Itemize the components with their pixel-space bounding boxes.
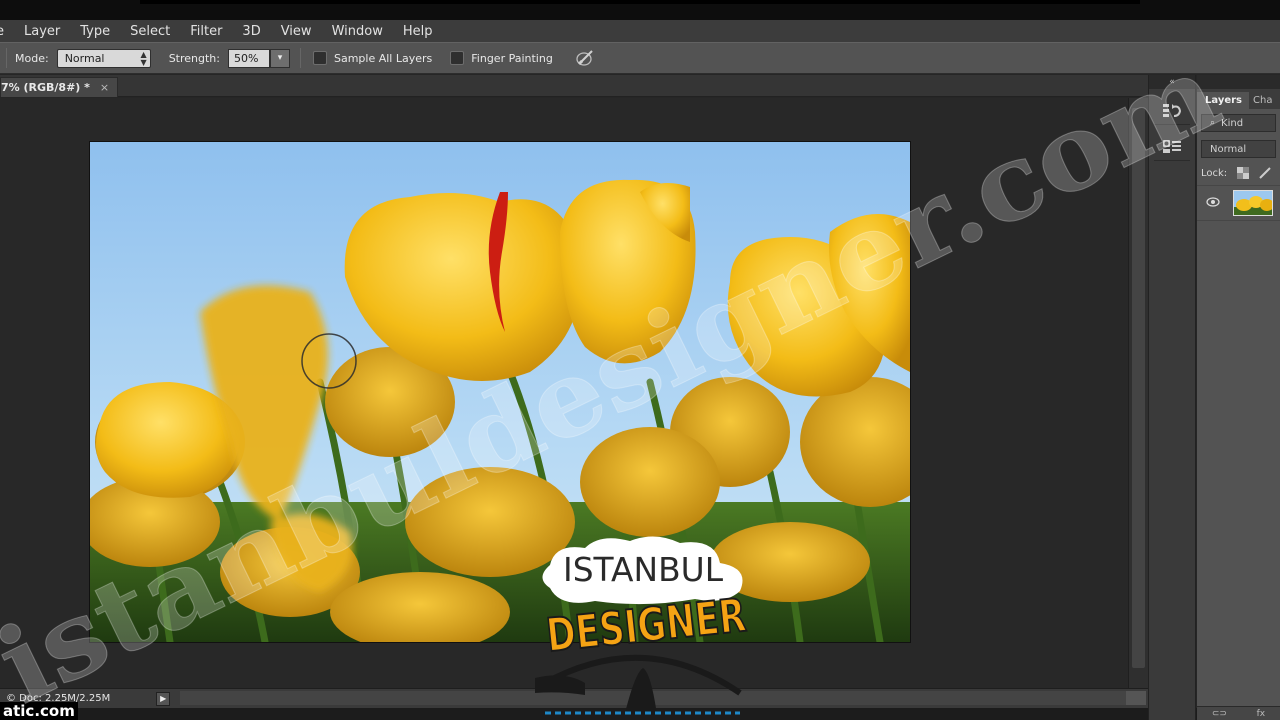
- vertical-scrollbar[interactable]: [1128, 98, 1148, 688]
- strength-label: Strength:: [168, 51, 220, 65]
- mode-label: Mode:: [15, 51, 49, 65]
- link-layers-icon[interactable]: ⊂⊃: [1212, 709, 1227, 719]
- document-tab-bar: 7% (RGB/8#) * ×: [0, 75, 1148, 97]
- strength-input[interactable]: 50%: [227, 48, 270, 68]
- layer-filter-label: Kind: [1221, 117, 1244, 129]
- document-tab-title: 7% (RGB/8#) *: [1, 81, 90, 94]
- eye-icon[interactable]: [1203, 196, 1223, 210]
- window-top-strip: [0, 0, 1280, 20]
- logo-line-1: ISTANBUL: [563, 550, 724, 589]
- layers-panel-footer: ⊂⊃ fx: [1197, 706, 1280, 720]
- finger-painting-option[interactable]: Finger Painting: [450, 51, 553, 65]
- corner-watermark: atic.com: [0, 702, 78, 720]
- double-chevron-icon: «: [1169, 77, 1175, 87]
- menu-bar: e Layer Type Select Filter 3D View Windo…: [0, 20, 1280, 42]
- finger-painting-label: Finger Painting: [471, 51, 553, 65]
- menu-help[interactable]: Help: [393, 24, 443, 39]
- tab-layers[interactable]: Layers: [1197, 92, 1249, 109]
- layer-thumbnail: [1233, 190, 1273, 216]
- play-icon: ▶: [160, 694, 167, 703]
- properties-panel-button[interactable]: [1154, 131, 1190, 161]
- layer-filter-row: ⌕ Kind: [1197, 114, 1280, 132]
- history-panel-button[interactable]: [1154, 95, 1190, 125]
- menu-edit[interactable]: e: [0, 24, 14, 39]
- layer-row-background[interactable]: [1197, 185, 1280, 221]
- lock-transparency-icon[interactable]: [1237, 167, 1250, 179]
- lock-label: Lock:: [1201, 167, 1228, 179]
- collapsed-panel-strip: «: [1148, 75, 1196, 720]
- strength-dropdown-button[interactable]: ▾: [269, 48, 290, 68]
- status-menu-button[interactable]: ▶: [156, 691, 171, 706]
- document-canvas[interactable]: [90, 142, 910, 642]
- panel-header: [1197, 75, 1280, 89]
- menu-view[interactable]: View: [271, 24, 322, 39]
- collapse-panels-button[interactable]: «: [1149, 75, 1195, 89]
- close-icon[interactable]: ×: [100, 81, 109, 94]
- tab-channels[interactable]: Cha: [1249, 92, 1276, 109]
- lock-pixels-icon[interactable]: [1259, 167, 1271, 179]
- blend-mode-value: Normal: [1210, 143, 1247, 155]
- properties-icon: [1163, 139, 1181, 153]
- document-tab[interactable]: 7% (RGB/8#) * ×: [0, 77, 119, 97]
- tulip-photo: [90, 142, 910, 642]
- panel-tabs: Layers Cha: [1197, 89, 1280, 109]
- chevron-down-icon: ▾: [277, 53, 283, 63]
- menu-type[interactable]: Type: [70, 24, 120, 39]
- lock-row: Lock:: [1197, 167, 1280, 179]
- options-divider: [299, 48, 301, 68]
- layers-panel: Layers Cha ⌕ Kind Normal Lock: ⊂⊃ fx: [1197, 75, 1280, 720]
- mode-value: Normal: [64, 51, 105, 65]
- layer-filter-select[interactable]: ⌕ Kind: [1201, 114, 1276, 132]
- smudge-brush-icon[interactable]: [575, 49, 595, 67]
- vertical-scroll-thumb[interactable]: [1132, 108, 1145, 668]
- finger-painting-checkbox[interactable]: [450, 51, 465, 65]
- updown-arrows-icon: ▲ ▼: [140, 49, 147, 67]
- strength-value: 50%: [233, 51, 259, 65]
- sample-all-layers-option[interactable]: Sample All Layers: [312, 51, 433, 65]
- menu-filter[interactable]: Filter: [180, 24, 232, 39]
- history-icon: [1163, 103, 1182, 117]
- blend-mode-row: Normal: [1197, 140, 1280, 158]
- tool-options-bar: Mode: Normal ▲ ▼ Strength: 50% ▾ Sample A…: [0, 42, 1280, 74]
- sample-all-layers-checkbox[interactable]: [312, 51, 327, 65]
- menu-3d[interactable]: 3D: [232, 24, 270, 39]
- istanbul-designer-logo: ISTANBUL DESIGNER: [535, 536, 749, 715]
- menu-window[interactable]: Window: [322, 24, 393, 39]
- mode-select[interactable]: Normal ▲ ▼: [56, 48, 151, 68]
- sample-all-layers-label: Sample All Layers: [333, 51, 433, 65]
- options-divider: [6, 48, 7, 68]
- search-icon: ⌕: [1210, 118, 1216, 128]
- horizontal-scroll-thumb[interactable]: [1126, 691, 1146, 705]
- fx-icon[interactable]: fx: [1257, 709, 1266, 719]
- menu-select[interactable]: Select: [120, 24, 180, 39]
- menu-layer[interactable]: Layer: [14, 24, 70, 39]
- blend-mode-select[interactable]: Normal: [1201, 140, 1276, 158]
